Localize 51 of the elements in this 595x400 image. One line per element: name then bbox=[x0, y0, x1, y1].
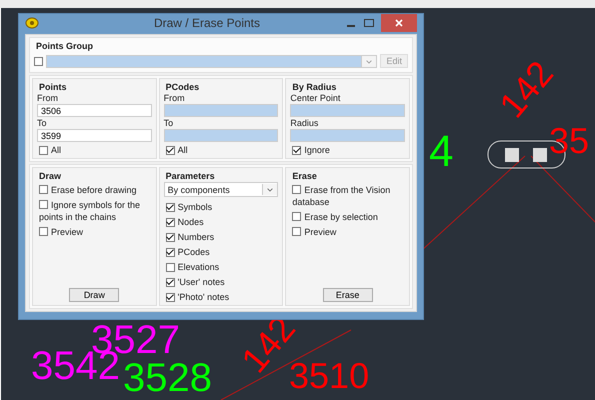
field-label: To bbox=[164, 118, 174, 128]
checkbox-option[interactable]: Preview bbox=[290, 224, 405, 238]
section-title: Points bbox=[38, 82, 68, 92]
field-label: From bbox=[164, 93, 186, 103]
checkbox-option[interactable]: Erase from the Vision database bbox=[290, 182, 405, 208]
checkbox-option[interactable]: Ignore symbols for the points in the chains bbox=[37, 197, 152, 223]
point-label: 3528 bbox=[123, 358, 212, 398]
app-icon bbox=[25, 17, 39, 29]
checkbox-option[interactable]: PCodes bbox=[164, 243, 278, 257]
mode-dropdown[interactable]: By components bbox=[164, 182, 278, 197]
field-label: To bbox=[37, 118, 48, 128]
close-button[interactable] bbox=[381, 14, 417, 32]
close-icon bbox=[394, 18, 404, 28]
checkbox-option[interactable]: Preview bbox=[37, 224, 152, 238]
checkbox-option[interactable]: Numbers bbox=[164, 228, 278, 242]
checkbox-option[interactable]: Ignore bbox=[290, 143, 405, 155]
checkbox[interactable] bbox=[34, 56, 43, 66]
checkbox-option[interactable]: Symbols bbox=[164, 198, 278, 212]
section-title: PCodes bbox=[164, 82, 200, 92]
point-label: 35 bbox=[549, 123, 590, 159]
maximize-icon[interactable] bbox=[363, 17, 375, 29]
section-title: Draw bbox=[38, 171, 62, 181]
section-title: By Radius bbox=[291, 82, 338, 92]
input-field[interactable]: 3599 bbox=[37, 129, 152, 142]
input-field[interactable]: 3506 bbox=[37, 104, 152, 117]
input-field[interactable] bbox=[164, 104, 278, 117]
section-title: Parameters bbox=[164, 171, 216, 181]
checkbox-option[interactable]: Nodes bbox=[164, 213, 278, 227]
checkbox-option[interactable]: 'Photo' notes bbox=[164, 288, 278, 302]
point-label: 4 bbox=[429, 130, 454, 174]
checkbox-option[interactable]: All bbox=[37, 143, 152, 155]
point-label: 142 bbox=[493, 54, 560, 124]
checkbox-option[interactable]: All bbox=[164, 143, 278, 155]
checkbox-option[interactable]: Erase before drawing bbox=[37, 182, 152, 196]
checkbox-option[interactable]: 'User' notes bbox=[164, 273, 278, 287]
section-title: Erase bbox=[291, 171, 318, 181]
input-field[interactable] bbox=[164, 129, 278, 142]
checkbox-option[interactable]: Elevations bbox=[164, 258, 278, 272]
input-field[interactable] bbox=[290, 129, 405, 142]
caret-icon bbox=[262, 184, 278, 195]
section-title: Points Group bbox=[35, 41, 94, 51]
erase-button[interactable]: Erase bbox=[322, 288, 373, 302]
field-label: Radius bbox=[290, 118, 320, 128]
survey-line bbox=[530, 156, 595, 224]
field-label: From bbox=[37, 93, 59, 103]
window-title: Draw / Erase Points bbox=[152, 16, 262, 30]
field-label: Center Point bbox=[290, 93, 342, 103]
caret-icon bbox=[361, 56, 376, 66]
draw-button[interactable]: Draw bbox=[69, 288, 120, 302]
input-field[interactable] bbox=[290, 104, 405, 117]
checkbox-option[interactable]: Erase by selection bbox=[290, 209, 405, 223]
